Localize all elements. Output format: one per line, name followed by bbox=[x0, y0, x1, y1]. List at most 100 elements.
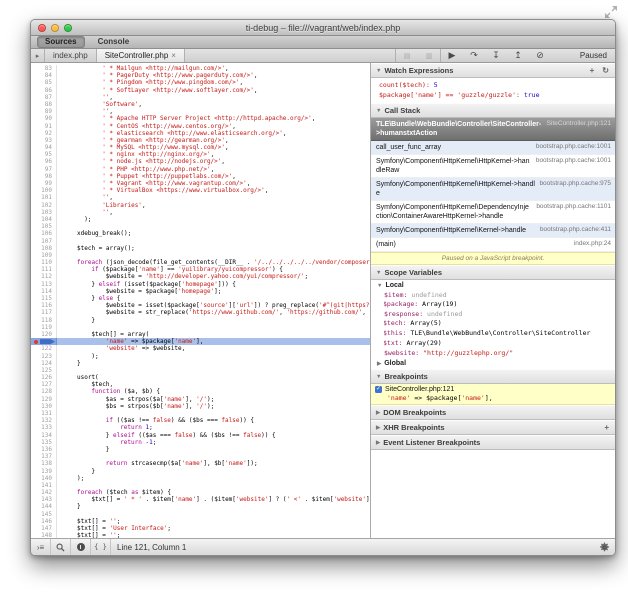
line-number-gutter[interactable]: 133 bbox=[31, 424, 57, 431]
line-number-gutter[interactable]: 143 bbox=[31, 496, 57, 503]
dom-breakpoints-header[interactable]: ▶ DOM Breakpoints bbox=[371, 405, 615, 420]
line-number-gutter[interactable]: 130 bbox=[31, 403, 57, 410]
refresh-watch-button[interactable]: ↻ bbox=[602, 66, 609, 75]
tab-sources[interactable]: Sources bbox=[37, 36, 85, 48]
line-number-gutter[interactable]: 111 bbox=[31, 266, 57, 273]
call-stack-frame[interactable]: SiteController.php:121TLE\Bundle\WebBund… bbox=[371, 118, 615, 141]
event-listener-breakpoints-header[interactable]: ▶ Event Listener Breakpoints bbox=[371, 435, 615, 450]
file-tab-index[interactable]: index.php bbox=[45, 49, 97, 62]
xhr-breakpoints-header[interactable]: ▶ XHR Breakpoints + bbox=[371, 420, 615, 435]
line-number-gutter[interactable]: 96 bbox=[31, 158, 57, 165]
errors-filter-icon[interactable] bbox=[71, 539, 91, 555]
line-number-gutter[interactable]: 97 bbox=[31, 166, 57, 173]
line-number-gutter[interactable]: 129 bbox=[31, 396, 57, 403]
line-number-gutter[interactable]: 93 bbox=[31, 137, 57, 144]
zoom-window-button[interactable] bbox=[64, 24, 72, 32]
step-over-icon[interactable]: ↷ bbox=[463, 50, 485, 61]
line-number-gutter[interactable]: 120 bbox=[31, 331, 57, 338]
line-number-gutter[interactable]: 107 bbox=[31, 238, 57, 245]
line-number-gutter[interactable]: 91 bbox=[31, 123, 57, 130]
line-number-gutter[interactable]: 94 bbox=[31, 144, 57, 151]
line-number-gutter[interactable]: 87 bbox=[31, 94, 57, 101]
line-number-gutter[interactable]: 106 bbox=[31, 230, 57, 237]
line-number-gutter[interactable]: 118 bbox=[31, 317, 57, 324]
line-number-gutter[interactable]: 98 bbox=[31, 173, 57, 180]
scope-local-header[interactable]: ▼ Local bbox=[371, 280, 615, 291]
line-number-gutter[interactable]: 128 bbox=[31, 388, 57, 395]
line-number-gutter[interactable]: 139 bbox=[31, 468, 57, 475]
variable-row[interactable]: ▶$txt: Array(29) bbox=[384, 339, 615, 349]
breakpoints-header[interactable]: ▼ Breakpoints bbox=[371, 369, 615, 384]
line-number-gutter[interactable]: 123 bbox=[31, 353, 57, 360]
line-number-gutter[interactable]: 137 bbox=[31, 453, 57, 460]
line-number-gutter[interactable]: 127 bbox=[31, 381, 57, 388]
line-number-gutter[interactable]: 131 bbox=[31, 410, 57, 417]
line-number-gutter[interactable]: 141 bbox=[31, 482, 57, 489]
line-number-gutter[interactable]: 124 bbox=[31, 360, 57, 367]
line-number-gutter[interactable]: 83 bbox=[31, 65, 57, 72]
line-number-gutter[interactable]: 102 bbox=[31, 202, 57, 209]
line-number-gutter[interactable]: 95 bbox=[31, 151, 57, 158]
line-number-gutter[interactable]: 145 bbox=[31, 511, 57, 518]
console-drawer-icon[interactable]: ›≡ bbox=[31, 539, 51, 555]
line-number-gutter[interactable]: 109 bbox=[31, 252, 57, 259]
line-number-gutter[interactable]: 89 bbox=[31, 108, 57, 115]
variable-row[interactable]: $item: undefined bbox=[384, 291, 615, 300]
call-stack-frame[interactable]: index.php:24(main) bbox=[371, 238, 615, 252]
line-number-gutter[interactable]: 92 bbox=[31, 130, 57, 137]
step-into-icon[interactable]: ↧ bbox=[485, 50, 507, 61]
close-window-button[interactable] bbox=[38, 24, 46, 32]
variable-row[interactable]: $response: undefined bbox=[384, 310, 615, 319]
line-number-gutter[interactable]: 125 bbox=[31, 367, 57, 374]
line-number-gutter[interactable]: 117 bbox=[31, 309, 57, 316]
line-number-gutter[interactable]: 146 bbox=[31, 518, 57, 525]
line-number-gutter[interactable]: 112 bbox=[31, 273, 57, 280]
line-number-gutter[interactable]: 115 bbox=[31, 295, 57, 302]
call-stack-header[interactable]: ▼ Call Stack bbox=[371, 103, 615, 118]
search-icon[interactable] bbox=[51, 539, 71, 555]
line-number-gutter[interactable]: 88 bbox=[31, 101, 57, 108]
navigator-toggle-icon[interactable]: ▸ bbox=[31, 49, 45, 62]
line-number-gutter[interactable]: 126 bbox=[31, 374, 57, 381]
line-number-gutter[interactable]: 104 bbox=[31, 216, 57, 223]
line-number-gutter[interactable]: 86 bbox=[31, 87, 57, 94]
variable-row[interactable]: $website: "http://guzzlephp.org/" bbox=[384, 349, 615, 358]
breakpoint-item[interactable]: ✓SiteController.php:121'name' => $packag… bbox=[371, 384, 615, 405]
line-number-gutter[interactable]: 101 bbox=[31, 194, 57, 201]
line-number-gutter[interactable]: 135 bbox=[31, 439, 57, 446]
scope-variables-header[interactable]: ▼ Scope Variables bbox=[371, 265, 615, 280]
line-number-gutter[interactable]: 105 bbox=[31, 223, 57, 230]
line-number-gutter[interactable]: 136 bbox=[31, 446, 57, 453]
step-out-icon[interactable]: ↥ bbox=[507, 50, 529, 61]
line-number-gutter[interactable]: 110 bbox=[31, 259, 57, 266]
close-tab-icon[interactable]: × bbox=[171, 51, 176, 60]
line-number-gutter[interactable]: 140 bbox=[31, 475, 57, 482]
resume-icon[interactable]: ▶ bbox=[441, 50, 463, 61]
tab-console[interactable]: Console bbox=[91, 37, 137, 47]
breakpoint-checkbox[interactable]: ✓ bbox=[375, 386, 382, 393]
line-number-gutter[interactable]: 147 bbox=[31, 525, 57, 532]
variable-row[interactable]: ▶$this: TLE\Bundle\WebBundle\Controller\… bbox=[384, 329, 615, 339]
call-stack-frame[interactable]: bootstrap.php.cache:411Symfony\Component… bbox=[371, 224, 615, 238]
line-number-gutter[interactable]: 116 bbox=[31, 302, 57, 309]
watch-expressions-header[interactable]: ▼ Watch Expressions + ↻ bbox=[371, 63, 615, 78]
line-number-gutter[interactable]: 84 bbox=[31, 72, 57, 79]
line-number-gutter[interactable]: 100 bbox=[31, 187, 57, 194]
line-number-gutter[interactable]: 148 bbox=[31, 532, 57, 538]
line-number-gutter[interactable]: 144 bbox=[31, 503, 57, 510]
line-number-gutter[interactable]: 99 bbox=[31, 180, 57, 187]
line-number-gutter[interactable]: 90 bbox=[31, 115, 57, 122]
pretty-print-icon[interactable]: { } bbox=[91, 539, 111, 555]
line-number-gutter[interactable]: 138 bbox=[31, 460, 57, 467]
call-stack-frame[interactable]: bootstrap.php.cache:1001Symfony\Componen… bbox=[371, 155, 615, 178]
line-number-gutter[interactable]: 134 bbox=[31, 432, 57, 439]
scope-global-header[interactable]: ▶ Global bbox=[371, 358, 615, 369]
line-number-gutter[interactable]: 85 bbox=[31, 79, 57, 86]
line-number-gutter[interactable]: 119 bbox=[31, 324, 57, 331]
call-stack-frame[interactable]: bootstrap.php.cache:1101Symfony\Componen… bbox=[371, 201, 615, 224]
line-number-gutter[interactable] bbox=[31, 338, 57, 345]
line-number-gutter[interactable]: 114 bbox=[31, 288, 57, 295]
minimize-window-button[interactable] bbox=[51, 24, 59, 32]
disable-breakpoints-icon[interactable]: ⊘ bbox=[529, 50, 551, 61]
watch-expression-row[interactable]: $package['name'] == 'guzzle/guzzle': tru… bbox=[371, 90, 615, 100]
